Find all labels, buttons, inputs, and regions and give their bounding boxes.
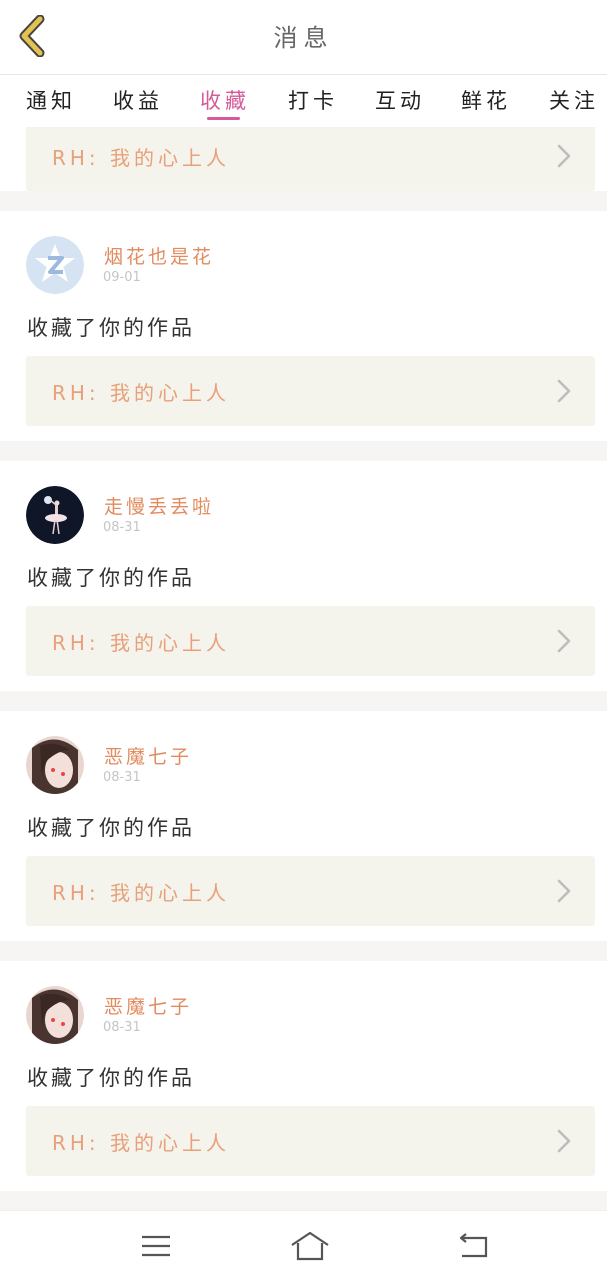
- username[interactable]: 恶魔七子: [104, 742, 192, 769]
- work-title: RH: 我的心上人: [52, 1131, 231, 1155]
- username[interactable]: 走慢丢丢啦: [104, 492, 214, 519]
- work-link[interactable]: RH: 我的心上人: [26, 606, 595, 676]
- list-item: 走慢丢丢啦 08-31 收藏了你的作品 RH: 我的心上人: [0, 461, 607, 691]
- timestamp: 08-31: [103, 1020, 141, 1035]
- ballerina-avatar-icon: [26, 486, 84, 544]
- list-item: 恶魔七子 08-31 收藏了你的作品 RH: 我的心上人: [0, 711, 607, 941]
- action-text: 收藏了你的作品: [27, 566, 195, 590]
- work-title: RH: 我的心上人: [52, 881, 231, 905]
- girl-portrait-avatar-icon: [26, 986, 84, 1044]
- tab-interaction[interactable]: 互动: [375, 85, 425, 115]
- home-icon[interactable]: [290, 1229, 330, 1263]
- chevron-right-icon: [557, 1129, 571, 1153]
- list-item: RH: 我的心上人: [0, 127, 607, 191]
- chevron-right-icon: [557, 144, 571, 168]
- timestamp: 09-01: [103, 270, 141, 285]
- chevron-right-icon: [557, 379, 571, 403]
- tab-checkin[interactable]: 打卡: [288, 85, 338, 115]
- app-header: 消息: [0, 0, 607, 75]
- username[interactable]: 恶魔七子: [104, 992, 192, 1019]
- chevron-right-icon: [557, 629, 571, 653]
- list-item: 烟花也是花 09-01 收藏了你的作品 RH: 我的心上人: [0, 211, 607, 441]
- tab-favorites[interactable]: 收藏: [200, 85, 250, 115]
- girl-portrait-avatar-icon: [26, 736, 84, 794]
- timestamp: 08-31: [103, 520, 141, 535]
- tab-notifications[interactable]: 通知: [26, 85, 76, 115]
- user-avatar[interactable]: [26, 736, 84, 794]
- menu-icon[interactable]: [136, 1229, 176, 1263]
- page-title: 消息: [273, 24, 334, 52]
- chevron-right-icon: [557, 879, 571, 903]
- tab-bar: 通知 收益 收藏 打卡 互动 鲜花 关注: [0, 75, 607, 127]
- message-list[interactable]: RH: 我的心上人 烟花也是花 09-01 收藏了你的作品 RH: 我的心上人: [0, 127, 607, 1210]
- work-link[interactable]: RH: 我的心上人: [26, 856, 595, 926]
- work-link[interactable]: RH: 我的心上人: [26, 356, 595, 426]
- work-title: RH: 我的心上人: [52, 146, 231, 170]
- action-text: 收藏了你的作品: [27, 1066, 195, 1090]
- tab-flowers[interactable]: 鲜花: [461, 85, 511, 115]
- back-icon[interactable]: [454, 1229, 494, 1263]
- work-title: RH: 我的心上人: [52, 631, 231, 655]
- qq-default-avatar-icon: [26, 236, 84, 294]
- action-text: 收藏了你的作品: [27, 316, 195, 340]
- work-link[interactable]: RH: 我的心上人: [26, 1106, 595, 1176]
- tab-earnings[interactable]: 收益: [113, 85, 163, 115]
- tab-follows[interactable]: 关注: [549, 85, 599, 115]
- work-title: RH: 我的心上人: [52, 381, 231, 405]
- action-text: 收藏了你的作品: [27, 816, 195, 840]
- system-nav-bar: [0, 1210, 607, 1281]
- username[interactable]: 烟花也是花: [104, 242, 214, 269]
- timestamp: 08-31: [103, 770, 141, 785]
- user-avatar[interactable]: [26, 986, 84, 1044]
- user-avatar[interactable]: [26, 486, 84, 544]
- active-tab-indicator: [207, 117, 240, 120]
- work-link[interactable]: RH: 我的心上人: [26, 127, 595, 191]
- list-item: 恶魔七子 08-31 收藏了你的作品 RH: 我的心上人: [0, 961, 607, 1191]
- user-avatar[interactable]: [26, 236, 84, 294]
